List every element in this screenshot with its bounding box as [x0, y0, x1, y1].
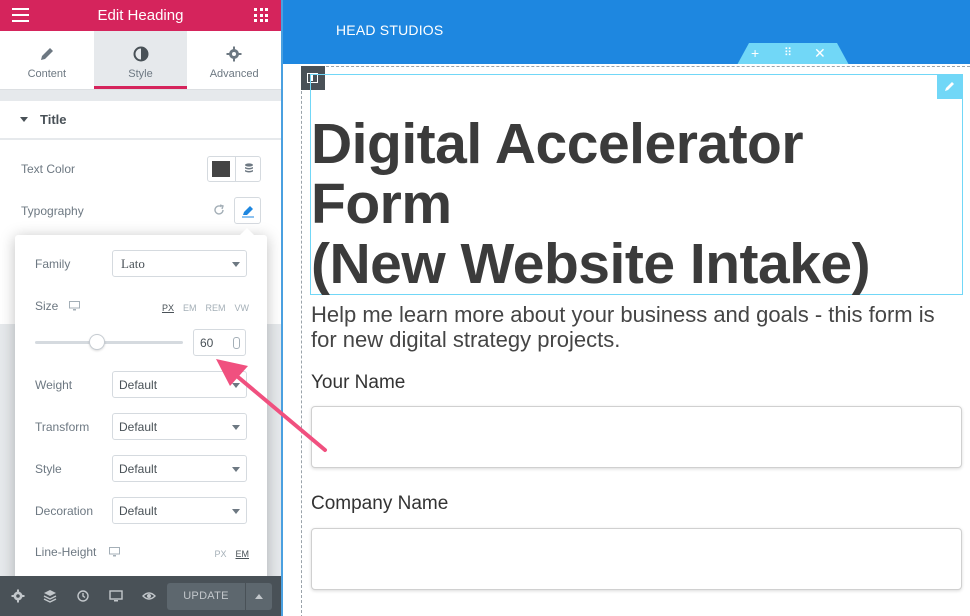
- widget-edit-button[interactable]: [937, 74, 962, 99]
- typography-label: Typography: [21, 204, 84, 218]
- tab-style[interactable]: Style: [93, 31, 188, 89]
- contrast-icon: [133, 46, 148, 62]
- responsive-mode-icon[interactable]: [109, 589, 123, 603]
- transform-select[interactable]: Default: [112, 413, 247, 440]
- decoration-value: Default: [119, 504, 158, 518]
- unit-px[interactable]: PX: [214, 549, 226, 559]
- color-swatch[interactable]: [212, 161, 230, 177]
- pencil-icon: [40, 48, 53, 60]
- decoration-label: Decoration: [35, 504, 94, 518]
- desktop-icon[interactable]: [109, 547, 120, 557]
- text-color-label: Text Color: [21, 162, 76, 176]
- tab-advanced-label: Advanced: [209, 68, 259, 80]
- preview-eye-icon[interactable]: [142, 589, 156, 603]
- chevron-down-icon: [232, 467, 240, 472]
- caret-up-icon: [255, 594, 263, 599]
- chevron-down-icon: [232, 262, 240, 267]
- company-name-label: Company Name: [311, 493, 449, 514]
- weight-label: Weight: [35, 378, 73, 392]
- heading-line: (New Website Intake): [311, 232, 871, 296]
- layers-icon[interactable]: [43, 589, 57, 603]
- your-name-input[interactable]: [311, 406, 962, 468]
- size-value: 60: [200, 336, 214, 350]
- heading-line: Form: [311, 172, 452, 236]
- transform-value: Default: [119, 420, 158, 434]
- style-value: Default: [119, 462, 158, 476]
- pencil-icon: [945, 82, 954, 91]
- tab-content[interactable]: Content: [0, 31, 94, 89]
- chevron-down-icon: [232, 383, 240, 388]
- caret-down-icon: [20, 117, 28, 122]
- section-handle: + ⠿ ✕: [737, 43, 849, 65]
- size-units: PX EM REM VW: [162, 303, 249, 313]
- size-slider[interactable]: [35, 334, 183, 350]
- style-label: Style: [35, 462, 62, 476]
- typography-popover: Family Lato Size PX EM REM VW 60 Weight …: [15, 228, 267, 595]
- tab-style-label: Style: [128, 68, 153, 80]
- family-value: Lato: [121, 256, 145, 271]
- typography-edit-button[interactable]: [234, 197, 261, 224]
- unit-em[interactable]: EM: [183, 303, 197, 313]
- unit-em[interactable]: EM: [236, 549, 250, 559]
- unit-vw[interactable]: VW: [235, 303, 250, 313]
- your-name-label: Your Name: [311, 372, 406, 393]
- global-colors-button[interactable]: [235, 157, 261, 181]
- database-icon: [245, 163, 253, 173]
- tab-advanced[interactable]: Advanced: [187, 31, 281, 89]
- line-height-label: Line-Height: [35, 545, 97, 559]
- section-title-label: Title: [40, 112, 67, 127]
- reset-icon[interactable]: [212, 203, 226, 217]
- size-input[interactable]: 60: [193, 329, 246, 356]
- spinner-icon[interactable]: [233, 337, 240, 349]
- weight-select[interactable]: Default: [112, 371, 247, 398]
- weight-value: Default: [119, 378, 158, 392]
- decoration-select[interactable]: Default: [112, 497, 247, 524]
- page-preview: Digital Accelerator Form (New Website In…: [283, 64, 970, 616]
- company-name-input[interactable]: [311, 528, 962, 590]
- unit-rem[interactable]: REM: [206, 303, 226, 313]
- editor-panel: Edit Heading Content Style Advanced Titl…: [0, 0, 281, 616]
- tab-content-label: Content: [27, 68, 67, 80]
- chevron-down-icon: [232, 509, 240, 514]
- add-section-icon[interactable]: +: [751, 45, 759, 61]
- drag-handle-icon[interactable]: ⠿: [784, 46, 792, 59]
- intro-text: Help me learn more about your business a…: [311, 302, 935, 352]
- heading-line: Digital Accelerator: [311, 112, 804, 176]
- text-color-picker[interactable]: [207, 156, 261, 182]
- settings-icon[interactable]: [11, 589, 25, 603]
- size-slider-thumb[interactable]: [89, 334, 105, 350]
- panel-footer: UPDATE: [0, 576, 281, 616]
- delete-section-icon[interactable]: ✕: [814, 45, 826, 62]
- size-label: Size: [35, 299, 59, 313]
- line-height-units: PX EM: [214, 549, 249, 559]
- widgets-grid-icon[interactable]: [254, 8, 268, 22]
- family-select[interactable]: Lato: [112, 250, 247, 277]
- history-icon[interactable]: [76, 589, 90, 603]
- page-heading[interactable]: Digital Accelerator Form (New Website In…: [311, 114, 961, 294]
- transform-label: Transform: [35, 420, 90, 434]
- chevron-down-icon: [232, 425, 240, 430]
- panel-header: Edit Heading: [0, 0, 281, 31]
- desktop-icon[interactable]: [69, 301, 80, 311]
- family-label: Family: [35, 257, 71, 271]
- unit-px[interactable]: PX: [162, 303, 174, 313]
- update-options-button[interactable]: [246, 583, 272, 610]
- section-title-toggle[interactable]: Title: [0, 101, 281, 139]
- panel-title: Edit Heading: [97, 7, 184, 24]
- style-select[interactable]: Default: [112, 455, 247, 482]
- panel-tabs: Content Style Advanced: [0, 31, 281, 90]
- gear-icon: [226, 46, 242, 62]
- pencil-icon: [242, 206, 254, 218]
- site-header: HEAD STUDIOS + ⠿ ✕: [283, 0, 970, 65]
- update-button[interactable]: UPDATE: [167, 583, 245, 610]
- site-name[interactable]: HEAD STUDIOS: [336, 22, 443, 38]
